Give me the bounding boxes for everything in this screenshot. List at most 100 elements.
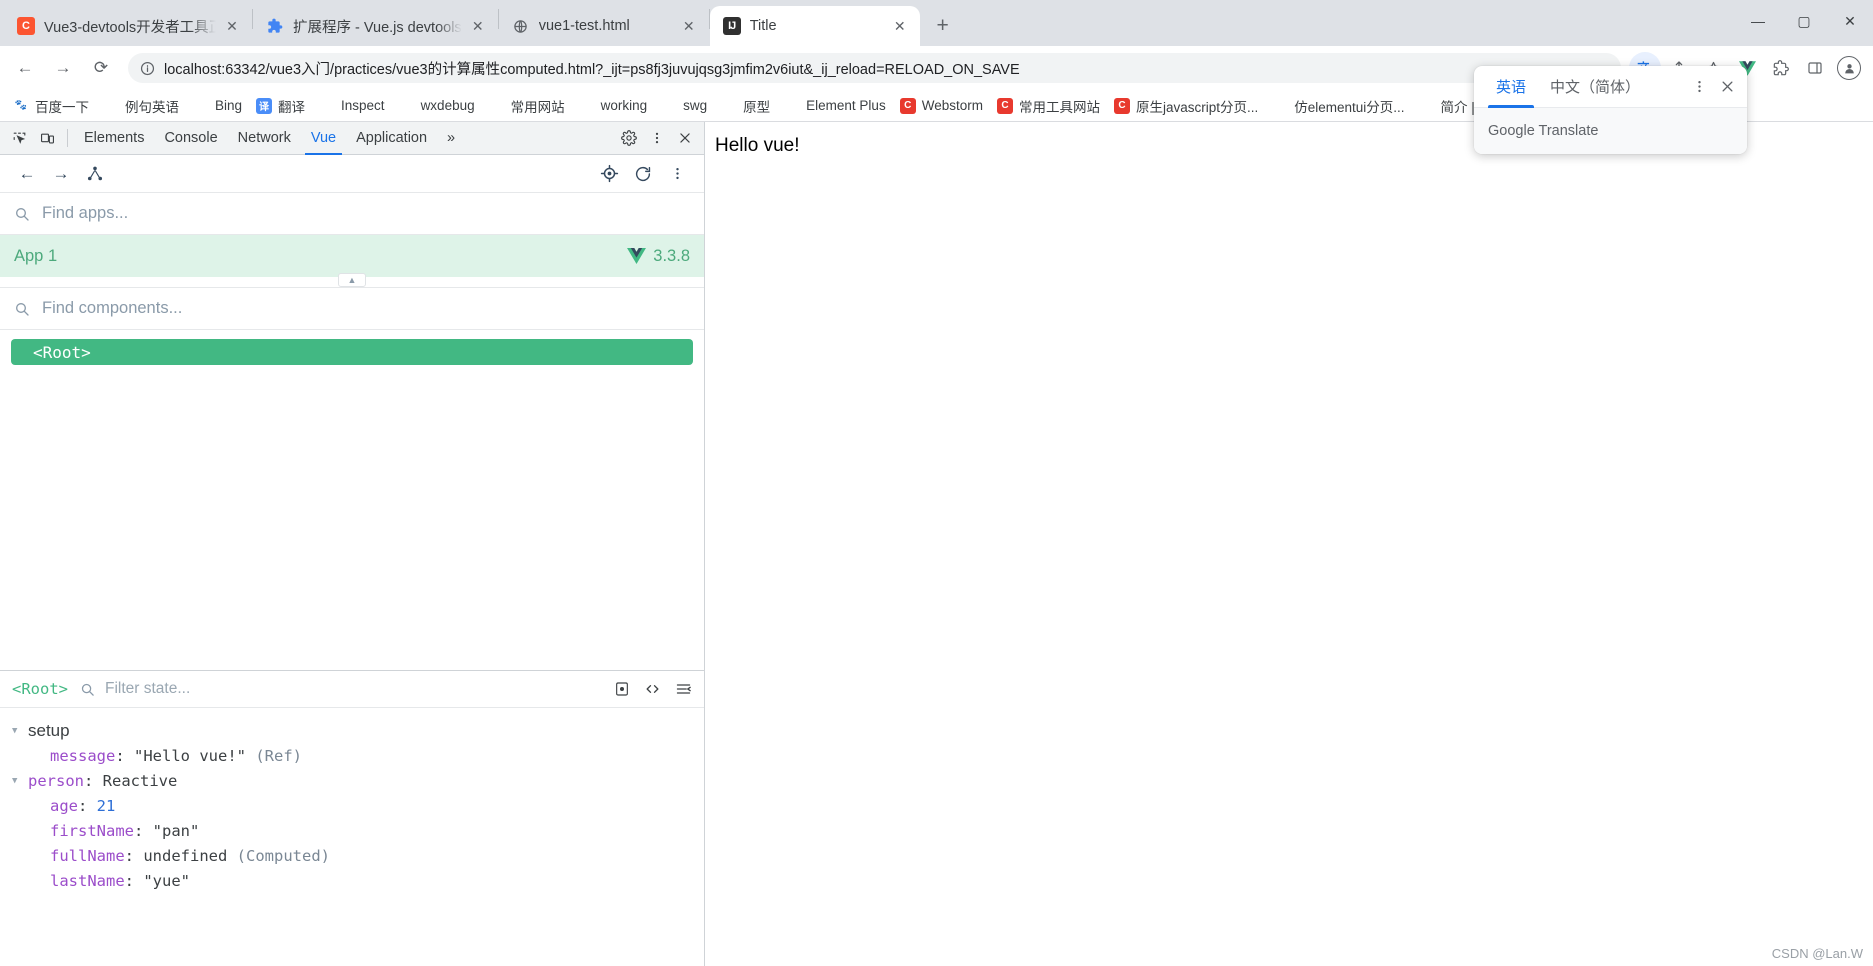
devtools-tab-network[interactable]: Network bbox=[228, 122, 301, 155]
window-minimize-icon[interactable]: — bbox=[1735, 0, 1781, 42]
component-tree: <Root> bbox=[0, 330, 704, 670]
vue-panel-toolbar: ← → bbox=[0, 155, 704, 193]
fanyi-icon: 译 bbox=[256, 98, 272, 114]
bookmark-element-plus[interactable]: ◧Element Plus bbox=[777, 94, 893, 118]
browser-tab-2-close-icon[interactable]: ✕ bbox=[468, 16, 488, 36]
bookmark-folder-working[interactable]: ▪working bbox=[572, 94, 655, 118]
vue-kebab-menu-icon[interactable] bbox=[660, 159, 694, 189]
devtools-tab-console[interactable]: Console bbox=[154, 122, 227, 155]
component-tree-icon[interactable] bbox=[78, 159, 112, 189]
bookmark-bing[interactable]: bBing bbox=[186, 94, 249, 118]
back-button[interactable]: ← bbox=[8, 51, 42, 85]
bookmark-liju[interactable]: ◉例句英语 bbox=[96, 94, 186, 118]
app-selector-row[interactable]: App 1 3.3.8 bbox=[0, 235, 704, 277]
bookmark-webstorm[interactable]: CWebstorm bbox=[893, 94, 990, 118]
browser-tab-4-close-icon[interactable]: ✕ bbox=[890, 16, 910, 36]
find-components-field[interactable]: Find components... bbox=[0, 288, 704, 330]
info-circle-icon[interactable] bbox=[140, 61, 155, 76]
state-entry-message[interactable]: ▼ message: "Hello vue!" (Ref) bbox=[0, 743, 704, 768]
toolbar-divider bbox=[67, 129, 68, 147]
bookmark-label: 原生javascript分页... bbox=[1136, 96, 1258, 116]
bookmark-baidu[interactable]: 🐾百度一下 bbox=[6, 94, 96, 118]
sidepanel-icon[interactable] bbox=[1799, 52, 1831, 84]
devtools-close-icon[interactable] bbox=[671, 125, 699, 151]
new-tab-button[interactable]: + bbox=[926, 9, 960, 43]
devtools-tab-vue[interactable]: Vue bbox=[301, 122, 346, 155]
state-entry-lastname[interactable]: lastName: "yue" bbox=[0, 868, 704, 893]
translate-tab-chinese[interactable]: 中文（简体） bbox=[1538, 66, 1652, 108]
inspect-component-icon[interactable] bbox=[614, 681, 630, 697]
bookmark-folder-yuanxing[interactable]: ▪原型 bbox=[714, 94, 777, 118]
bookmark-js-pagination[interactable]: C原生javascript分页... bbox=[1107, 94, 1265, 118]
state-group-label: setup bbox=[28, 721, 70, 741]
translate-close-icon[interactable] bbox=[1713, 73, 1741, 101]
search-icon bbox=[14, 301, 30, 317]
address-bar[interactable]: localhost:63342/vue3入门/practices/vue3的计算… bbox=[128, 53, 1621, 83]
browser-tab-3[interactable]: vue1-test.html ✕ bbox=[499, 6, 709, 46]
state-entry-person[interactable]: ▼ person: Reactive bbox=[0, 768, 704, 793]
bookmark-label: wxdebug bbox=[421, 98, 475, 113]
vue-logo-icon bbox=[627, 248, 646, 264]
browser-tab-3-close-icon[interactable]: ✕ bbox=[679, 16, 699, 36]
bookmark-label: Inspect bbox=[341, 98, 385, 113]
find-apps-field[interactable]: Find apps... bbox=[0, 193, 704, 235]
inspect-element-icon[interactable] bbox=[5, 125, 33, 151]
browser-tab-2[interactable]: 扩展程序 - Vue.js devtools ✕ bbox=[253, 6, 498, 46]
vue-back-button[interactable]: ← bbox=[10, 159, 44, 189]
devtools-more-tabs-button[interactable]: » bbox=[437, 122, 465, 155]
window-close-icon[interactable]: ✕ bbox=[1827, 0, 1873, 42]
devtools-tab-application[interactable]: Application bbox=[346, 122, 437, 155]
vue-forward-button[interactable]: → bbox=[44, 159, 78, 189]
browser-tab-1[interactable]: C Vue3-devtools开发者工具正确 ✕ bbox=[4, 6, 252, 46]
component-tree-item-root[interactable]: <Root> bbox=[11, 339, 693, 365]
tab-strip: C Vue3-devtools开发者工具正确 ✕ 扩展程序 - Vue.js d… bbox=[0, 0, 1873, 46]
translate-kebab-menu-icon[interactable] bbox=[1685, 73, 1713, 101]
extensions-icon[interactable] bbox=[1765, 52, 1797, 84]
state-colon: : bbox=[78, 797, 97, 815]
state-colon: : bbox=[125, 872, 144, 890]
settings-gear-icon[interactable] bbox=[615, 125, 643, 151]
state-inspector-header: <Root> Filter state... bbox=[0, 671, 704, 708]
bookmark-inspect[interactable]: ◉Inspect bbox=[312, 94, 392, 118]
devtools-kebab-menu-icon[interactable] bbox=[643, 125, 671, 151]
devtools-tab-elements[interactable]: Elements bbox=[74, 122, 154, 155]
state-meta: (Ref) bbox=[255, 747, 302, 765]
bookmark-label: 例句英语 bbox=[125, 96, 179, 116]
browser-tab-4[interactable]: IJ Title ✕ bbox=[710, 6, 920, 46]
bing-icon: b bbox=[193, 98, 209, 114]
translate-brand-label: Google Translate bbox=[1488, 123, 1598, 139]
bookmark-elementui-pagination[interactable]: ◉仿elementui分页... bbox=[1265, 94, 1411, 118]
refresh-icon[interactable] bbox=[626, 159, 660, 189]
state-colon: : bbox=[115, 747, 134, 765]
state-entry-fullname[interactable]: fullName: undefined (Computed) bbox=[0, 843, 704, 868]
page-viewport: Hello vue! CSDN @Lan.W bbox=[705, 122, 1873, 966]
globe-icon: ◉ bbox=[399, 98, 415, 114]
bookmark-folder-changyong[interactable]: ▪常用网站 bbox=[482, 94, 572, 118]
open-in-editor-icon[interactable] bbox=[644, 681, 661, 697]
bookmark-wxdebug[interactable]: ◉ wxdebug bbox=[392, 94, 482, 118]
state-entry-firstname[interactable]: firstName: "pan" bbox=[0, 818, 704, 843]
window-maximize-icon[interactable]: ▢ bbox=[1781, 0, 1827, 42]
chevron-down-icon[interactable]: ▼ bbox=[12, 726, 28, 736]
panel-collapse-handle[interactable]: ▲ bbox=[0, 277, 704, 288]
translate-tab-english[interactable]: 英语 bbox=[1484, 66, 1538, 108]
address-bar-url: localhost:63342/vue3入门/practices/vue3的计算… bbox=[164, 58, 1020, 79]
browser-tab-3-title: vue1-test.html bbox=[539, 18, 673, 34]
reload-button[interactable]: ⟳ bbox=[84, 51, 118, 85]
bookmark-tools[interactable]: C常用工具网站 bbox=[990, 94, 1107, 118]
bookmark-folder-swg[interactable]: ▪swg bbox=[654, 94, 714, 118]
state-group-setup[interactable]: ▼ setup bbox=[0, 718, 704, 743]
target-icon[interactable] bbox=[592, 159, 626, 189]
device-toolbar-icon[interactable] bbox=[33, 125, 61, 151]
forward-button[interactable]: → bbox=[46, 51, 80, 85]
collapse-all-icon[interactable] bbox=[675, 681, 692, 697]
bookmark-vue-intro[interactable]: ▼简介 | bbox=[1412, 94, 1482, 118]
bookmark-fanyi[interactable]: 译翻译 bbox=[249, 94, 312, 118]
chevron-down-icon[interactable]: ▼ bbox=[12, 776, 28, 786]
filter-state-placeholder[interactable]: Filter state... bbox=[105, 680, 190, 698]
browser-tab-1-close-icon[interactable]: ✕ bbox=[222, 16, 242, 36]
browser-tab-1-title: Vue3-devtools开发者工具正确 bbox=[44, 16, 216, 37]
state-entry-age[interactable]: age: 21 bbox=[0, 793, 704, 818]
profile-icon[interactable] bbox=[1833, 52, 1865, 84]
browser-window: C Vue3-devtools开发者工具正确 ✕ 扩展程序 - Vue.js d… bbox=[0, 0, 1873, 966]
